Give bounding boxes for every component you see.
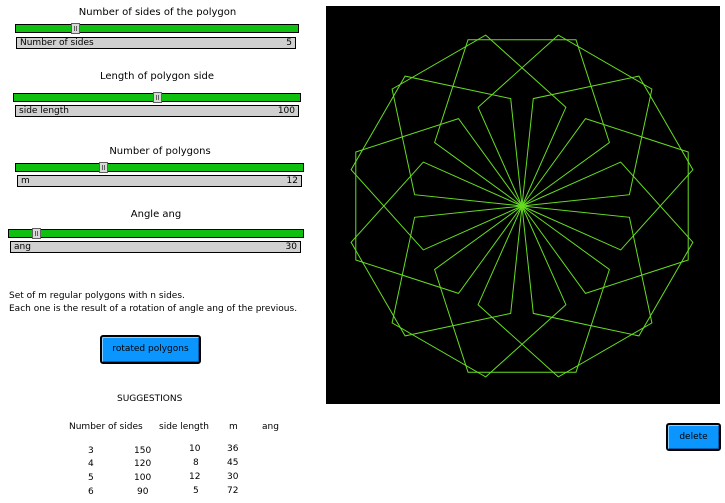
polygon-outline (477, 34, 653, 207)
field-value: 12 (286, 176, 298, 186)
table-cell: 10 (189, 444, 201, 454)
slider-caption-polygons: Number of polygons (109, 146, 211, 157)
polygon-outline (434, 205, 610, 373)
field-value: 30 (285, 242, 297, 252)
slider-caption-sides: Number of sides of the polygon (78, 7, 237, 18)
polygon-outline (391, 34, 567, 207)
length-slider[interactable] (13, 92, 301, 103)
field-label: ang (14, 242, 31, 252)
slider-thumb[interactable] (99, 162, 108, 173)
table-header: m (229, 422, 238, 432)
slider-caption-angle: Angle ang (130, 209, 182, 220)
polygon-outline (391, 205, 567, 378)
polygon-outline (521, 118, 689, 294)
table-cell: 45 (227, 458, 239, 468)
angle-field[interactable]: ang 30 (10, 241, 301, 253)
table-cell: 100 (134, 473, 152, 483)
description-line-1: Set of m regular polygons with n sides. (9, 291, 185, 301)
table-cell: 150 (134, 446, 152, 456)
polygon-outline (355, 118, 523, 294)
field-value: 5 (286, 38, 292, 48)
table-cell: 12 (189, 472, 201, 482)
delete-button[interactable]: delete (666, 423, 721, 451)
polygon-outline (434, 39, 610, 207)
table-cell: 120 (134, 459, 152, 469)
length-field[interactable]: side length 100 (15, 105, 299, 117)
table-cell: 5 (88, 473, 94, 483)
polygon-outline (477, 205, 653, 378)
field-label: Number of sides (20, 38, 94, 48)
polygons-field[interactable]: m 12 (17, 175, 302, 187)
drawing-canvas (326, 6, 720, 404)
field-label: side length (19, 106, 69, 116)
polygon-outline (350, 161, 523, 337)
polygons-slider[interactable] (15, 162, 304, 173)
field-label: m (21, 176, 30, 186)
table-cell: 3 (88, 446, 94, 456)
slider-thumb[interactable] (153, 92, 162, 103)
polygon-outline (350, 75, 523, 251)
sides-field[interactable]: Number of sides 5 (16, 37, 296, 49)
table-cell: 72 (227, 486, 239, 496)
table-header: side length (159, 422, 209, 432)
rotated-polygons-button[interactable]: rotated polygons (100, 335, 201, 364)
field-value: 100 (277, 106, 295, 116)
angle-slider[interactable] (8, 228, 304, 239)
table-header: ang (262, 422, 279, 432)
table-cell: 6 (88, 487, 94, 497)
sides-slider[interactable] (15, 23, 299, 34)
table-cell: 5 (193, 486, 199, 496)
slider-thumb[interactable] (32, 228, 41, 239)
description-line-2: Each one is the result of a rotation of … (9, 304, 298, 314)
slider-caption-length: Length of polygon side (99, 71, 215, 82)
suggestions-title: SUGGESTIONS (117, 394, 183, 404)
polygon-outline (521, 75, 694, 251)
table-cell: 4 (88, 459, 94, 469)
slider-thumb[interactable] (71, 23, 80, 34)
table-cell: 8 (193, 458, 199, 468)
table-header: Number of sides (69, 422, 143, 432)
rotated-polygons-figure (350, 34, 694, 378)
table-cell: 30 (227, 472, 239, 482)
polygon-outline (521, 161, 694, 337)
table-cell: 36 (227, 444, 239, 454)
table-cell: 90 (137, 487, 149, 497)
